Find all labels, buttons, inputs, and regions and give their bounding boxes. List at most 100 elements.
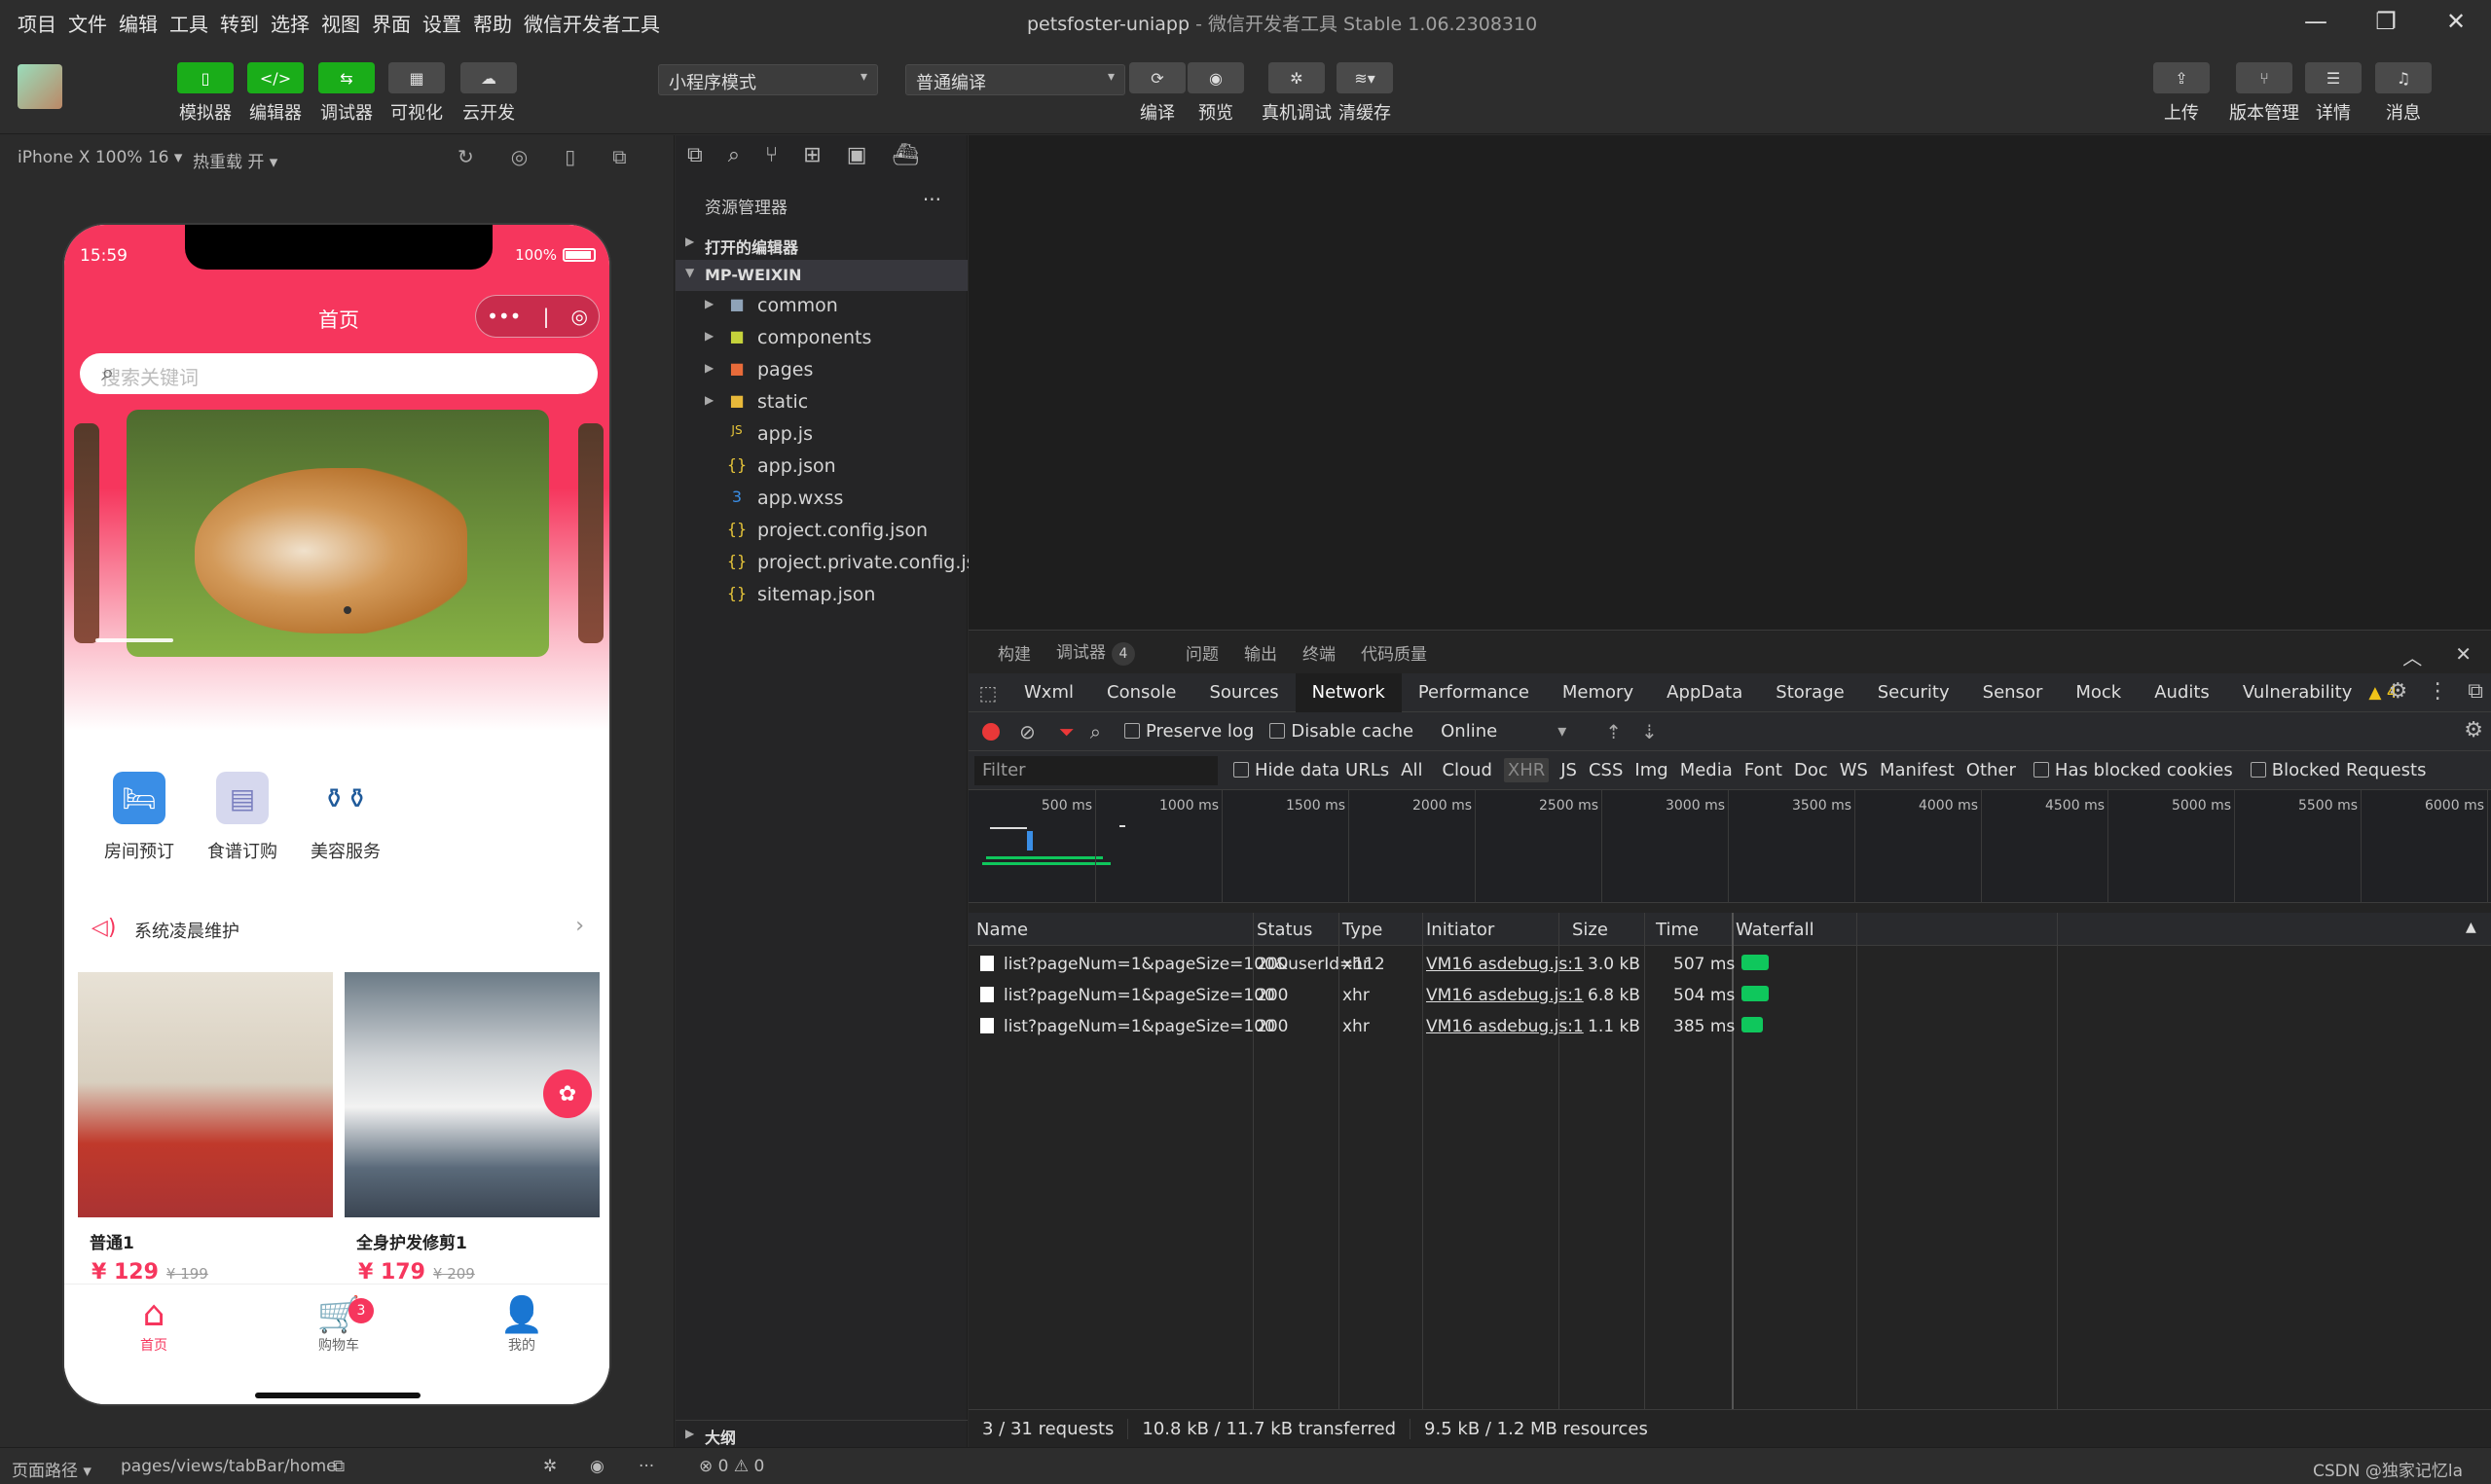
menu-item[interactable]: 转到 — [220, 9, 259, 37]
type-filter-css[interactable]: CSS — [1589, 760, 1623, 780]
search-icon[interactable]: ⌕ — [101, 359, 582, 386]
simulator-button[interactable]: ▯ 模拟器 — [177, 62, 234, 125]
capsule-menu[interactable]: ••• | ◎ — [475, 295, 600, 338]
menu-item[interactable]: 帮助 — [473, 9, 512, 37]
preview-button[interactable]: ◉ 预览 — [1188, 62, 1244, 125]
problems-count[interactable]: ⊗ 0 ⚠ 0 — [699, 1457, 764, 1476]
request-initiator[interactable]: VM16 asdebug.js:1 — [1426, 955, 1584, 974]
tree-file-app-json[interactable]: {} app.json — [676, 452, 968, 484]
col-name[interactable]: Name — [976, 920, 1028, 940]
panel-tab-appdata[interactable]: AppData — [1650, 673, 1759, 712]
search-input[interactable]: 搜索关键词 ⌕ — [80, 353, 598, 394]
request-name[interactable]: list?pageNum=1&pageSize=100 — [1004, 1017, 1275, 1036]
tree-file-app-wxss[interactable]: 3 app.wxss — [676, 484, 968, 516]
panel-tab-mock[interactable]: Mock — [2059, 673, 2138, 712]
tab-problems[interactable]: 问题 — [1186, 640, 1219, 665]
menu-item[interactable]: 界面 — [372, 9, 411, 37]
bug-icon[interactable]: ✲ — [543, 1457, 557, 1476]
messages-button[interactable]: ♫ 消息 — [2375, 62, 2432, 125]
inspect-icon[interactable]: ⬚ — [969, 681, 1007, 705]
cloud-button[interactable]: ☁ 云开发 — [460, 62, 517, 125]
col-status[interactable]: Status — [1257, 920, 1312, 940]
col-time[interactable]: Time — [1656, 920, 1699, 940]
checkbox[interactable] — [2250, 762, 2266, 778]
tab-debugger[interactable]: 调试器 4 — [1056, 638, 1160, 666]
menu-item[interactable]: 工具 — [169, 9, 208, 37]
col-type[interactable]: Type — [1342, 920, 1382, 940]
menu-item[interactable]: 选择 — [271, 9, 310, 37]
menu-item[interactable]: 文件 — [68, 9, 107, 37]
carousel-dot[interactable] — [344, 606, 351, 614]
version-button[interactable]: ⑂ 版本管理 — [2229, 62, 2299, 125]
clear-cache-button[interactable]: ≋▾ 清缓存 — [1337, 62, 1393, 125]
disable-cache-checkbox[interactable]: Disable cache — [1269, 721, 1413, 742]
table-row[interactable]: list?pageNum=1&pageSize=100&userId=112 20… — [969, 948, 2491, 979]
panel-tab-memory[interactable]: Memory — [1546, 673, 1650, 712]
product-card[interactable]: 普通1 ¥ 129 ¥ 199 — [78, 972, 333, 1285]
blocked-cookies-checkbox[interactable]: Has blocked cookies — [2033, 760, 2233, 780]
tree-file-app-js[interactable]: JS app.js — [676, 419, 968, 452]
checkbox[interactable] — [2033, 762, 2049, 778]
chevron-up-icon[interactable]: ︿ — [2402, 642, 2422, 670]
panel-tab-wxml[interactable]: Wxml — [1007, 673, 1090, 712]
files-icon[interactable]: ⧉ — [687, 143, 703, 167]
export-icon[interactable]: ⇣ — [1641, 720, 1658, 743]
panel-tab-sensor[interactable]: Sensor — [1966, 673, 2060, 712]
type-filter-manifest[interactable]: Manifest — [1880, 760, 1955, 780]
filter-input[interactable]: Filter — [974, 755, 1218, 785]
type-filter-js[interactable]: JS — [1560, 760, 1577, 780]
type-filter-img[interactable]: Img — [1634, 760, 1667, 780]
rotate-icon[interactable]: ↻ — [458, 145, 474, 168]
table-row[interactable]: list?pageNum=1&pageSize=100 200 xhr VM16 as… — [969, 1010, 2491, 1041]
import-icon[interactable]: ⇡ — [1605, 720, 1622, 743]
notice-bar[interactable]: ◁) 系统凌晨维护 › — [78, 904, 600, 955]
more-icon[interactable]: ••• — [487, 305, 521, 328]
upload-button[interactable]: ⇪ 上传 — [2153, 62, 2210, 125]
record-icon[interactable] — [982, 722, 1000, 741]
tab-cart[interactable]: 🛒 3 购物车 — [280, 1294, 397, 1355]
network-overview[interactable]: 500 ms 1000 ms 1500 ms 2000 ms 2500 ms 3000 m… — [969, 790, 2491, 903]
remote-debug-button[interactable]: ✲ 真机调试 — [1262, 62, 1332, 125]
tab-build[interactable]: 构建 — [998, 640, 1031, 665]
outline-section[interactable]: ▶ 大纲 — [676, 1420, 968, 1447]
tree-folder-pages[interactable]: ▶ ■ pages — [676, 355, 968, 387]
clear-icon[interactable]: ⊘ — [1019, 720, 1036, 743]
mode-select[interactable]: 小程序模式 ▾ — [658, 64, 878, 95]
docker-icon[interactable]: ⛴ — [892, 143, 919, 167]
category-recipe[interactable]: ▤ 食谱订购 — [189, 772, 296, 863]
visual-button[interactable]: ▦ 可视化 — [388, 62, 445, 125]
minimize-icon[interactable]: — — [2300, 6, 2331, 37]
close-icon[interactable]: ✕ — [2440, 6, 2472, 37]
tree-file-project-config[interactable]: {} project.config.json — [676, 516, 968, 548]
details-button[interactable]: ☰ 详情 — [2305, 62, 2362, 125]
type-filter-all[interactable]: All — [1401, 760, 1422, 780]
close-icon[interactable]: ✕ — [2455, 642, 2472, 670]
tree-file-project-private-config[interactable]: {} project.private.config.js... — [676, 548, 994, 580]
menu-item[interactable]: 视图 — [321, 9, 360, 37]
search-icon[interactable]: ⌕ — [1090, 720, 1101, 743]
type-filter-other[interactable]: Other — [1966, 760, 2016, 780]
maximize-icon[interactable]: ❐ — [2370, 6, 2401, 37]
tree-folder-static[interactable]: ▶ ■ static — [676, 387, 968, 419]
gear-icon[interactable]: ⚙ — [2464, 718, 2483, 742]
dock-icon[interactable]: ⧉ — [2468, 679, 2483, 704]
mp-weixin-section[interactable]: ▼ MP-WEIXIN — [676, 260, 968, 291]
device-select[interactable]: iPhone X 100% 16 ▾ — [18, 148, 182, 167]
panel-tab-network[interactable]: Network — [1295, 672, 1402, 712]
hot-reload-select[interactable]: 热重载 开 ▾ — [193, 148, 277, 172]
type-filter-font[interactable]: Font — [1744, 760, 1782, 780]
banner-carousel[interactable] — [127, 410, 549, 657]
type-filter-doc[interactable]: Doc — [1794, 760, 1828, 780]
preserve-log-checkbox[interactable]: Preserve log — [1123, 721, 1254, 742]
banner-next-slide[interactable] — [578, 423, 604, 643]
category-room[interactable]: 🛏 房间预订 — [86, 772, 193, 863]
panel-tab-audits[interactable]: Audits — [2138, 673, 2226, 712]
product-card[interactable]: ✿ 全身护发修剪1 ¥ 179 ¥ 209 — [345, 972, 600, 1285]
phone-icon[interactable]: ▯ — [565, 145, 575, 168]
checkbox[interactable] — [1269, 723, 1286, 739]
eye-icon[interactable]: ◉ — [590, 1457, 604, 1476]
compile-select[interactable]: 普通编译 ▾ — [905, 64, 1125, 95]
gear-icon[interactable]: ⚙ — [2389, 679, 2408, 704]
request-name[interactable]: list?pageNum=1&pageSize=100&userId=112 — [1004, 955, 1385, 974]
panel-tab-sources[interactable]: Sources — [1192, 673, 1295, 712]
